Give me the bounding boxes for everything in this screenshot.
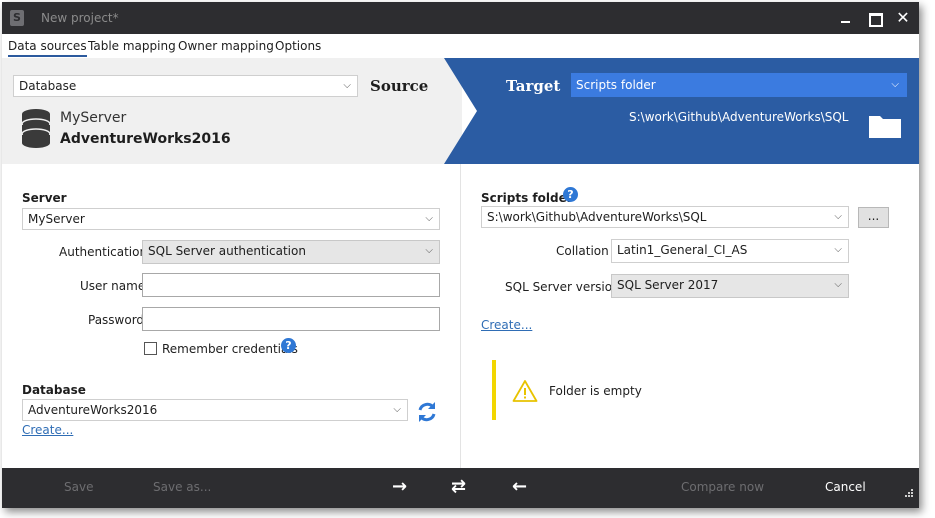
target-path: S:\work\Github\AdventureWorks\SQL bbox=[629, 110, 849, 124]
create-scripts-folder-link[interactable]: Create... bbox=[481, 318, 532, 332]
source-label: Source bbox=[370, 77, 429, 95]
target-type-value: Scripts folder bbox=[576, 78, 656, 92]
sql-server-version-value: SQL Server 2017 bbox=[617, 278, 719, 292]
source-server-name: MyServer bbox=[60, 110, 127, 126]
source-database-name: AdventureWorks2016 bbox=[60, 131, 231, 147]
chevron-down-icon: ⌵ bbox=[834, 211, 842, 222]
title-bar: S New project* ✕ bbox=[2, 2, 919, 34]
notice-bar bbox=[492, 360, 496, 420]
server-value: MyServer bbox=[28, 212, 85, 226]
tab-table-mapping[interactable]: Table mapping bbox=[88, 39, 176, 53]
chevron-down-icon: ⌵ bbox=[834, 244, 842, 255]
remember-credentials-label: Remember credentials bbox=[162, 342, 298, 356]
window-title: New project* bbox=[41, 11, 119, 25]
panel-divider bbox=[460, 164, 461, 468]
source-type-select[interactable]: Database ⌵ bbox=[13, 75, 358, 97]
target-label: Target bbox=[506, 77, 561, 95]
help-icon[interactable]: ? bbox=[281, 338, 296, 353]
chevron-down-icon: ⌵ bbox=[834, 279, 842, 290]
chevron-down-icon: ⌵ bbox=[891, 79, 899, 90]
source-type-value: Database bbox=[19, 79, 77, 93]
arrow-right-icon[interactable]: → bbox=[392, 476, 407, 497]
tab-bar: Data sources Table mapping Owner mapping… bbox=[2, 34, 919, 58]
authentication-label: Authentication bbox=[59, 245, 148, 259]
tab-owner-mapping[interactable]: Owner mapping bbox=[178, 39, 274, 53]
app-window: S New project* ✕ Data sources Table mapp… bbox=[2, 2, 919, 508]
database-select[interactable]: AdventureWorks2016 ⌵ bbox=[22, 399, 408, 421]
scripts-folder-value: S:\work\Github\AdventureWorks\SQL bbox=[487, 210, 707, 224]
resize-grip-icon[interactable] bbox=[904, 488, 914, 498]
database-icon bbox=[21, 109, 51, 148]
create-database-link[interactable]: Create... bbox=[22, 423, 73, 437]
maximize-button[interactable] bbox=[864, 8, 884, 28]
collation-label: Collation bbox=[556, 244, 609, 258]
swap-icon[interactable]: ⇄ bbox=[451, 476, 466, 497]
scripts-folder-select[interactable]: S:\work\Github\AdventureWorks\SQL ⌵ bbox=[481, 206, 849, 228]
tab-data-sources[interactable]: Data sources bbox=[8, 39, 87, 57]
warning-icon bbox=[512, 380, 538, 402]
save-button[interactable]: Save bbox=[64, 480, 93, 494]
server-select[interactable]: MyServer ⌵ bbox=[22, 208, 440, 230]
username-label: User name bbox=[80, 279, 146, 293]
chevron-down-icon: ⌵ bbox=[343, 80, 351, 91]
password-field[interactable] bbox=[142, 307, 440, 331]
sql-server-version-label: SQL Server version bbox=[505, 280, 620, 294]
refresh-icon[interactable] bbox=[416, 401, 438, 423]
collation-select[interactable]: Latin1_General_CI_AS ⌵ bbox=[611, 239, 849, 263]
authentication-select[interactable]: SQL Server authentication ⌵ bbox=[142, 240, 440, 264]
authentication-value: SQL Server authentication bbox=[148, 244, 306, 258]
close-button[interactable]: ✕ bbox=[893, 8, 913, 28]
folder-icon[interactable] bbox=[868, 113, 902, 139]
password-label: Password bbox=[88, 313, 145, 327]
compare-now-button[interactable]: Compare now bbox=[681, 480, 764, 494]
collation-value: Latin1_General_CI_AS bbox=[617, 243, 748, 257]
tab-options[interactable]: Options bbox=[275, 39, 321, 53]
chevron-down-icon: ⌵ bbox=[425, 213, 433, 224]
scripts-folder-label: Scripts folder bbox=[481, 191, 573, 205]
remember-credentials-checkbox[interactable] bbox=[144, 342, 157, 355]
minimize-button[interactable] bbox=[836, 8, 856, 28]
browse-folder-button[interactable]: ... bbox=[858, 207, 889, 228]
folder-empty-notice: Folder is empty bbox=[549, 384, 642, 398]
database-value: AdventureWorks2016 bbox=[28, 403, 158, 417]
database-label: Database bbox=[22, 383, 86, 397]
username-field[interactable] bbox=[142, 273, 440, 297]
app-logo-icon: S bbox=[10, 10, 24, 26]
cancel-button[interactable]: Cancel bbox=[825, 480, 866, 494]
sql-server-version-select[interactable]: SQL Server 2017 ⌵ bbox=[611, 274, 849, 298]
chevron-down-icon: ⌵ bbox=[425, 245, 433, 256]
server-label: Server bbox=[22, 191, 67, 205]
help-icon[interactable]: ? bbox=[563, 187, 578, 202]
target-type-select[interactable]: Scripts folder ⌵ bbox=[571, 73, 907, 97]
save-as-button[interactable]: Save as... bbox=[153, 480, 211, 494]
arrow-left-icon[interactable]: ← bbox=[512, 476, 527, 497]
chevron-down-icon: ⌵ bbox=[393, 404, 401, 415]
